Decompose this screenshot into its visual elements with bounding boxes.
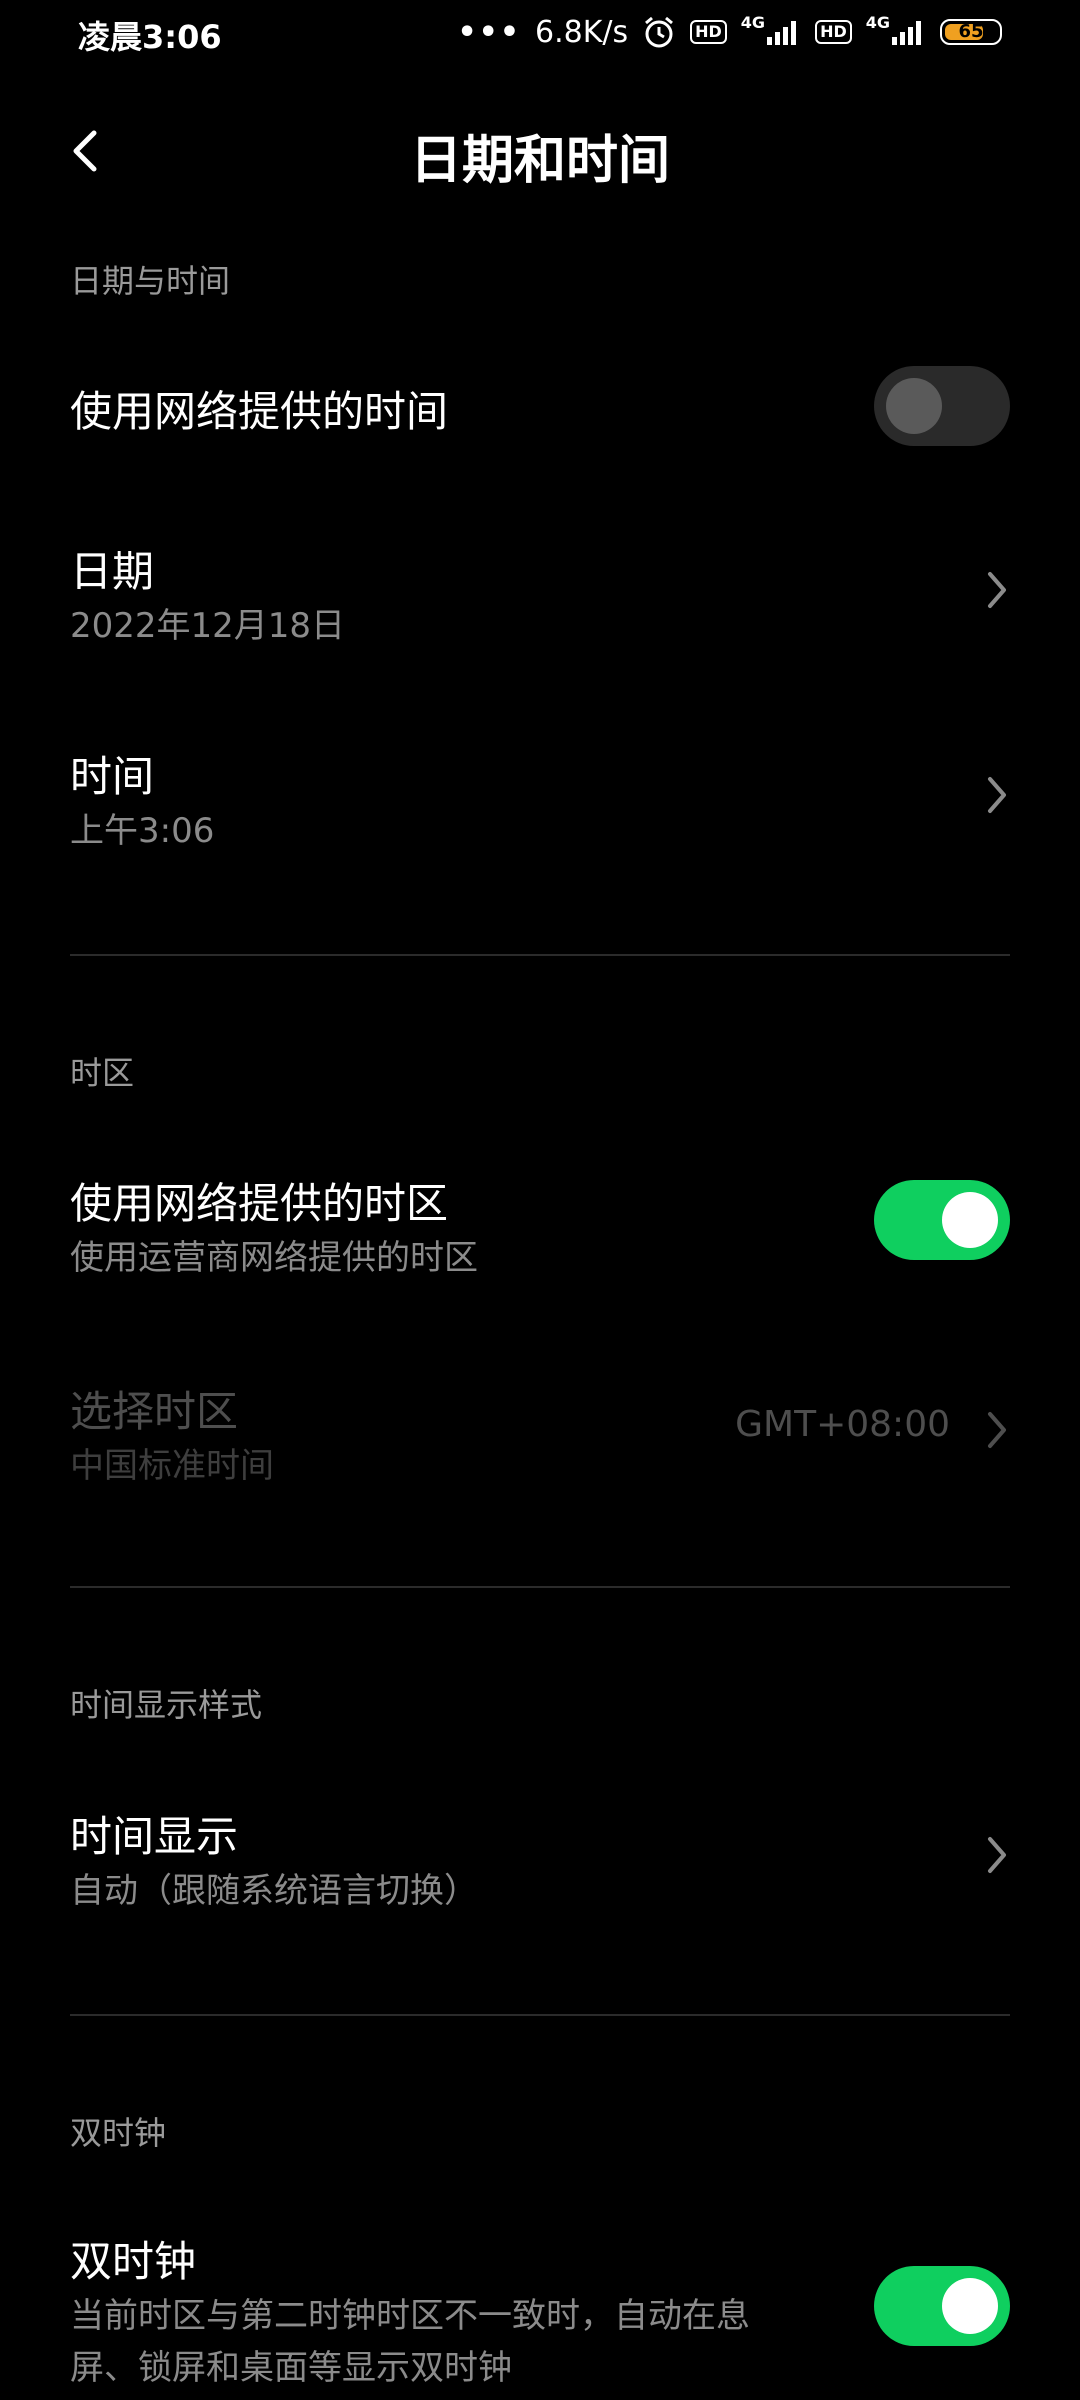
network-timezone-label: 使用网络提供的时区 — [70, 1179, 449, 1228]
select-timezone-label: 选择时区 — [70, 1387, 239, 1436]
timezone-value: GMT+08:00 — [735, 1404, 950, 1445]
section-title-date-time: 日期与时间 — [70, 262, 231, 300]
section-title-dual-clock: 双时钟 — [70, 2114, 167, 2152]
date-row[interactable]: 日期 2022年12月18日 — [0, 520, 1080, 660]
signal-icon-1 — [767, 21, 797, 45]
header: 日期和时间 — [0, 100, 1080, 200]
section-title-display: 时间显示样式 — [70, 1686, 263, 1724]
chevron-right-icon — [988, 1837, 1006, 1873]
date-value: 2022年12月18日 — [70, 606, 346, 646]
time-row[interactable]: 时间 上午3:06 — [0, 725, 1080, 865]
status-bar: 凌晨3:06 ••• 6.8K/s HD 4G HD 4G 65 — [0, 0, 1080, 66]
network-type-2: 4G — [865, 12, 890, 32]
page-title: 日期和时间 — [409, 131, 670, 191]
time-display-label: 时间显示 — [70, 1812, 239, 1861]
dual-clock-row[interactable]: 双时钟 当前时区与第二时钟时区不一致时，自动在息 屏、锁屏和桌面等显示双时钟 — [0, 2210, 1080, 2400]
time-display-value: 自动（跟随系统语言切换） — [70, 1871, 478, 1911]
hd-badge-1: HD — [690, 20, 727, 44]
battery-level: 65 — [958, 21, 984, 42]
dual-clock-desc-line1: 当前时区与第二时钟时区不一致时，自动在息 — [70, 2296, 750, 2336]
time-display-row[interactable]: 时间显示 自动（跟随系统语言切换） — [0, 1785, 1080, 1925]
network-time-label: 使用网络提供的时间 — [70, 387, 449, 436]
status-icons: ••• 6.8K/s HD 4G HD 4G 65 — [457, 12, 1002, 52]
dual-clock-desc-line2: 屏、锁屏和桌面等显示双时钟 — [70, 2348, 512, 2388]
alarm-icon — [645, 16, 674, 48]
dual-clock-toggle[interactable] — [874, 2266, 1010, 2346]
network-timezone-toggle[interactable] — [874, 1180, 1010, 1260]
divider — [70, 1586, 1010, 1588]
time-value: 上午3:06 — [70, 811, 215, 851]
divider — [70, 2014, 1010, 2016]
section-title-timezone: 时区 — [70, 1054, 135, 1092]
chevron-right-icon — [988, 572, 1006, 608]
select-timezone-row[interactable]: 选择时区 中国标准时间 GMT+08:00 — [0, 1360, 1080, 1500]
hd-badge-2: HD — [815, 20, 852, 44]
signal-icon-2 — [892, 21, 921, 45]
toggle-knob — [886, 378, 942, 434]
time-label: 时间 — [70, 752, 155, 801]
more-dots-icon: ••• — [457, 14, 521, 50]
status-time: 凌晨3:06 — [78, 18, 222, 56]
dual-clock-label: 双时钟 — [70, 2237, 197, 2286]
net-speed: 6.8K/s — [535, 14, 629, 50]
chevron-right-icon — [988, 777, 1006, 813]
network-type-1: 4G — [740, 12, 766, 32]
date-label: 日期 — [70, 547, 155, 596]
network-time-row[interactable]: 使用网络提供的时间 — [0, 350, 1080, 460]
toggle-knob — [942, 1192, 998, 1248]
select-timezone-sub: 中国标准时间 — [70, 1446, 274, 1486]
network-timezone-row[interactable]: 使用网络提供的时区 使用运营商网络提供的时区 — [0, 1150, 1080, 1290]
network-timezone-sub: 使用运营商网络提供的时区 — [70, 1238, 478, 1278]
toggle-knob — [942, 2278, 998, 2334]
network-time-toggle[interactable] — [874, 366, 1010, 446]
chevron-right-icon — [988, 1412, 1006, 1448]
battery-icon: 65 — [940, 19, 1002, 45]
divider — [70, 954, 1010, 956]
